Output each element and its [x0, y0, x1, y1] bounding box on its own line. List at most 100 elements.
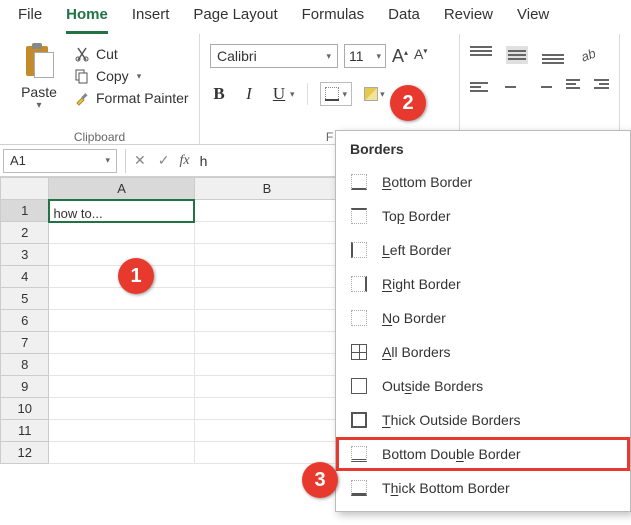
cell-A11[interactable]	[49, 420, 194, 442]
border-option-dblbottom[interactable]: Bottom Double Border	[336, 437, 630, 471]
orientation-button[interactable]: ab	[578, 46, 596, 64]
cell-A7[interactable]	[49, 332, 194, 354]
font-name-select[interactable]: Calibri ▾	[210, 44, 338, 68]
row-header-11[interactable]: 11	[1, 420, 49, 442]
italic-button[interactable]: I	[240, 84, 258, 104]
cell-B3[interactable]	[194, 244, 339, 266]
align-center-button[interactable]	[502, 78, 520, 96]
cell-A3[interactable]	[49, 244, 194, 266]
row-header-3[interactable]: 3	[1, 244, 49, 266]
decrease-font-button[interactable]: A▾	[414, 46, 427, 67]
borders-button[interactable]: ▾	[320, 82, 353, 106]
border-option-label: All Borders	[382, 344, 450, 360]
cell-B2[interactable]	[194, 222, 339, 244]
cell-B5[interactable]	[194, 288, 339, 310]
tab-file[interactable]: File	[18, 6, 42, 34]
cell-B11[interactable]	[194, 420, 339, 442]
border-option-bottom[interactable]: Bottom Border	[336, 165, 630, 199]
border-option-thickout[interactable]: Thick Outside Borders	[336, 403, 630, 437]
row-header-9[interactable]: 9	[1, 376, 49, 398]
tab-review[interactable]: Review	[444, 6, 493, 34]
fx-icon[interactable]: fx	[179, 153, 189, 169]
border-option-all[interactable]: All Borders	[336, 335, 630, 369]
cancel-formula-button[interactable]: ✕	[134, 152, 146, 169]
bold-button[interactable]: B	[210, 84, 228, 104]
chevron-down-icon[interactable]: ▾	[137, 71, 142, 82]
cell-A12[interactable]	[49, 442, 194, 464]
cell-B10[interactable]	[194, 398, 339, 420]
chevron-down-icon[interactable]: ▾	[290, 89, 295, 100]
column-header-B[interactable]: B	[194, 178, 339, 200]
cell-A5[interactable]	[49, 288, 194, 310]
cell-B1[interactable]	[194, 200, 339, 222]
chevron-down-icon: ▾	[343, 89, 348, 100]
row-header-2[interactable]: 2	[1, 222, 49, 244]
border-option-none[interactable]: No Border	[336, 301, 630, 335]
cell-B7[interactable]	[194, 332, 339, 354]
increase-indent-button[interactable]	[594, 79, 609, 95]
cell-A9[interactable]	[49, 376, 194, 398]
copy-icon	[74, 68, 90, 84]
paste-button[interactable]: Paste ▾	[10, 40, 68, 142]
callout-badge-1: 1	[118, 258, 154, 294]
chevron-down-icon[interactable]: ▾	[36, 100, 41, 111]
border-option-outside[interactable]: Outside Borders	[336, 369, 630, 403]
font-size-select[interactable]: 11 ▾	[344, 44, 386, 68]
border-option-thickbottom[interactable]: Thick Bottom Border	[336, 471, 630, 505]
cut-button[interactable]: Cut	[74, 46, 189, 62]
cell-B4[interactable]	[194, 266, 339, 288]
alignment-group: ab	[460, 34, 620, 144]
border-option-left[interactable]: Left Border	[336, 233, 630, 267]
align-middle-button[interactable]	[506, 46, 528, 64]
border-option-top[interactable]: Top Border	[336, 199, 630, 233]
copy-button[interactable]: Copy ▾	[74, 68, 189, 84]
border-option-label: No Border	[382, 310, 446, 326]
row-header-10[interactable]: 10	[1, 398, 49, 420]
tab-data[interactable]: Data	[388, 6, 420, 34]
cell-A8[interactable]	[49, 354, 194, 376]
row-header-8[interactable]: 8	[1, 354, 49, 376]
column-header-A[interactable]: A	[49, 178, 194, 200]
cell-B8[interactable]	[194, 354, 339, 376]
cell-B12[interactable]	[194, 442, 339, 464]
align-right-button[interactable]	[534, 78, 552, 96]
cell-A2[interactable]	[49, 222, 194, 244]
cell-A1[interactable]: how to...	[49, 200, 194, 222]
format-painter-button[interactable]: Format Painter	[74, 90, 189, 106]
align-top-button[interactable]	[470, 46, 492, 64]
name-box[interactable]: A1 ▾	[3, 149, 117, 173]
copy-label: Copy	[96, 68, 129, 84]
decrease-indent-button[interactable]	[566, 79, 581, 95]
cell-B9[interactable]	[194, 376, 339, 398]
increase-font-button[interactable]: A▴	[392, 46, 408, 67]
tab-view[interactable]: View	[517, 6, 549, 34]
row-header-7[interactable]: 7	[1, 332, 49, 354]
enter-formula-button[interactable]: ✓	[158, 152, 170, 169]
row-header-1[interactable]: 1	[1, 200, 49, 222]
row-header-5[interactable]: 5	[1, 288, 49, 310]
align-bottom-button[interactable]	[542, 46, 564, 64]
formula-input[interactable]: h	[200, 153, 208, 169]
border-thickout-icon	[350, 411, 368, 429]
tab-home[interactable]: Home	[66, 6, 108, 34]
font-size-value: 11	[349, 48, 364, 64]
callout-badge-2: 2	[390, 85, 426, 121]
cell-B6[interactable]	[194, 310, 339, 332]
fill-color-button[interactable]: ▾	[364, 87, 385, 101]
border-option-right[interactable]: Right Border	[336, 267, 630, 301]
tab-page-layout[interactable]: Page Layout	[193, 6, 277, 34]
tab-insert[interactable]: Insert	[132, 6, 170, 34]
tab-formulas[interactable]: Formulas	[302, 6, 365, 34]
align-left-button[interactable]	[470, 78, 488, 96]
border-icon	[325, 87, 339, 101]
border-option-label: Thick Outside Borders	[382, 412, 521, 428]
select-all-corner[interactable]	[1, 178, 49, 200]
row-header-12[interactable]: 12	[1, 442, 49, 464]
chevron-down-icon: ▾	[376, 51, 381, 62]
border-all-icon	[350, 343, 368, 361]
cell-A6[interactable]	[49, 310, 194, 332]
row-header-6[interactable]: 6	[1, 310, 49, 332]
underline-button[interactable]: U	[270, 84, 288, 104]
cell-A10[interactable]	[49, 398, 194, 420]
row-header-4[interactable]: 4	[1, 266, 49, 288]
